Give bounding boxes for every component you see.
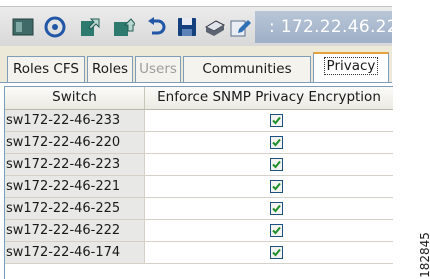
column-header-switch[interactable]: Switch: [5, 87, 145, 110]
tab-privacy-label: Privacy: [323, 57, 379, 75]
check-icon: [272, 138, 281, 147]
enforce-checkbox[interactable]: [270, 246, 283, 259]
tab-privacy[interactable]: Privacy: [313, 52, 389, 83]
tab-users[interactable]: Users: [135, 56, 181, 82]
switch-name-cell: sw172-22-46-222: [5, 220, 145, 242]
tab-bar: Roles CFS Roles Users Communities Privac…: [0, 46, 392, 83]
table-row[interactable]: sw172-22-46-174: [5, 242, 393, 264]
tab-communities[interactable]: Communities: [183, 56, 311, 82]
edit-icon[interactable]: [229, 15, 253, 39]
refresh-icon[interactable]: [43, 15, 67, 39]
toolbar: : 172.22.46.22: [0, 6, 392, 47]
figure-id-label: 182845: [417, 232, 430, 278]
table-row[interactable]: sw172-22-46-221: [5, 176, 393, 198]
table-row[interactable]: sw172-22-46-223: [5, 154, 393, 176]
check-icon: [272, 116, 281, 125]
enforce-checkbox[interactable]: [270, 136, 283, 149]
table-row[interactable]: sw172-22-46-233: [5, 110, 393, 132]
figure-id: 182845: [412, 232, 430, 278]
check-icon: [272, 204, 281, 213]
column-header-enforce[interactable]: Enforce SNMP Privacy Encryption: [145, 87, 393, 110]
enforce-cell: [145, 110, 393, 132]
tab-roles-cfs[interactable]: Roles CFS: [7, 56, 85, 82]
enforce-cell: [145, 154, 393, 176]
device-address-label: : 172.22.46.22: [255, 11, 392, 43]
enforce-checkbox[interactable]: [270, 180, 283, 193]
print-icon[interactable]: [202, 15, 226, 39]
enforce-checkbox[interactable]: [270, 114, 283, 127]
save-icon[interactable]: [175, 15, 199, 39]
check-icon: [272, 160, 281, 169]
enforce-cell: [145, 176, 393, 198]
switch-name-cell: sw172-22-46-220: [5, 132, 145, 154]
tab-roles[interactable]: Roles: [87, 56, 133, 82]
privacy-table: Switch Enforce SNMP Privacy Encryption s…: [4, 86, 393, 279]
import-icon[interactable]: [111, 15, 135, 39]
check-icon: [272, 182, 281, 191]
switch-name-cell: sw172-22-46-221: [5, 176, 145, 198]
enforce-checkbox[interactable]: [270, 224, 283, 237]
tab-underline: [0, 82, 392, 83]
check-icon: [272, 226, 281, 235]
switch-name-cell: sw172-22-46-223: [5, 154, 145, 176]
enforce-checkbox[interactable]: [270, 158, 283, 171]
table-row[interactable]: sw172-22-46-222: [5, 220, 393, 242]
switch-name-cell: sw172-22-46-233: [5, 110, 145, 132]
enforce-checkbox[interactable]: [270, 202, 283, 215]
table-row[interactable]: sw172-22-46-220: [5, 132, 393, 154]
enforce-cell: [145, 242, 393, 264]
export-icon[interactable]: [78, 15, 102, 39]
enforce-cell: [145, 132, 393, 154]
table-row[interactable]: sw172-22-46-225: [5, 198, 393, 220]
enforce-cell: [145, 198, 393, 220]
switch-name-cell: sw172-22-46-174: [5, 242, 145, 264]
undo-icon[interactable]: [145, 15, 169, 39]
panel-icon[interactable]: [11, 15, 35, 39]
check-icon: [272, 248, 281, 257]
enforce-cell: [145, 220, 393, 242]
switch-name-cell: sw172-22-46-225: [5, 198, 145, 220]
